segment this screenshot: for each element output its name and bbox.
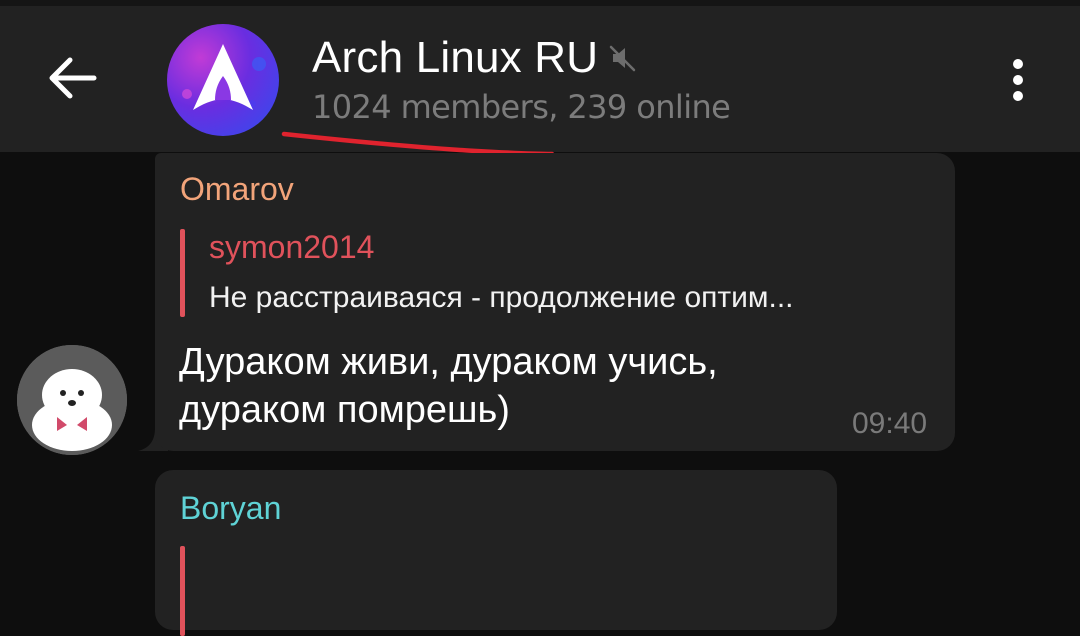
message-bubble[interactable]: Boryan: [155, 470, 837, 636]
back-button[interactable]: [40, 46, 104, 110]
arrow-left-icon: [49, 57, 97, 99]
chat-title-row[interactable]: Arch Linux RU: [312, 30, 638, 86]
message-sender[interactable]: Omarov: [180, 171, 294, 208]
message-text-line-2: дураком помрешь): [179, 389, 510, 431]
reply-preview-text[interactable]: Не расстраиваяся - продолжение оптим...: [209, 281, 794, 315]
arch-linux-logo: [182, 44, 266, 110]
more-vertical-icon: [1013, 59, 1023, 101]
message-text-line-1: Дураком живи, дураком учись,: [179, 341, 718, 383]
reply-author[interactable]: symon2014: [209, 229, 374, 266]
sender-avatar[interactable]: [17, 345, 127, 455]
message-bubble[interactable]: Omarov symon2014 Не расстраиваяся - прод…: [155, 153, 955, 451]
chat-title: Arch Linux RU: [312, 33, 599, 82]
muted-speaker-icon: [608, 43, 638, 73]
message-sender[interactable]: Boryan: [180, 490, 281, 527]
more-options-button[interactable]: [990, 54, 1046, 110]
group-avatar[interactable]: [167, 24, 279, 136]
message-time: 09:40: [852, 407, 928, 440]
chat-subtitle: 1024 members, 239 online: [312, 88, 731, 126]
reply-quote-bar: [180, 229, 185, 317]
reply-quote-bar: [180, 546, 185, 636]
